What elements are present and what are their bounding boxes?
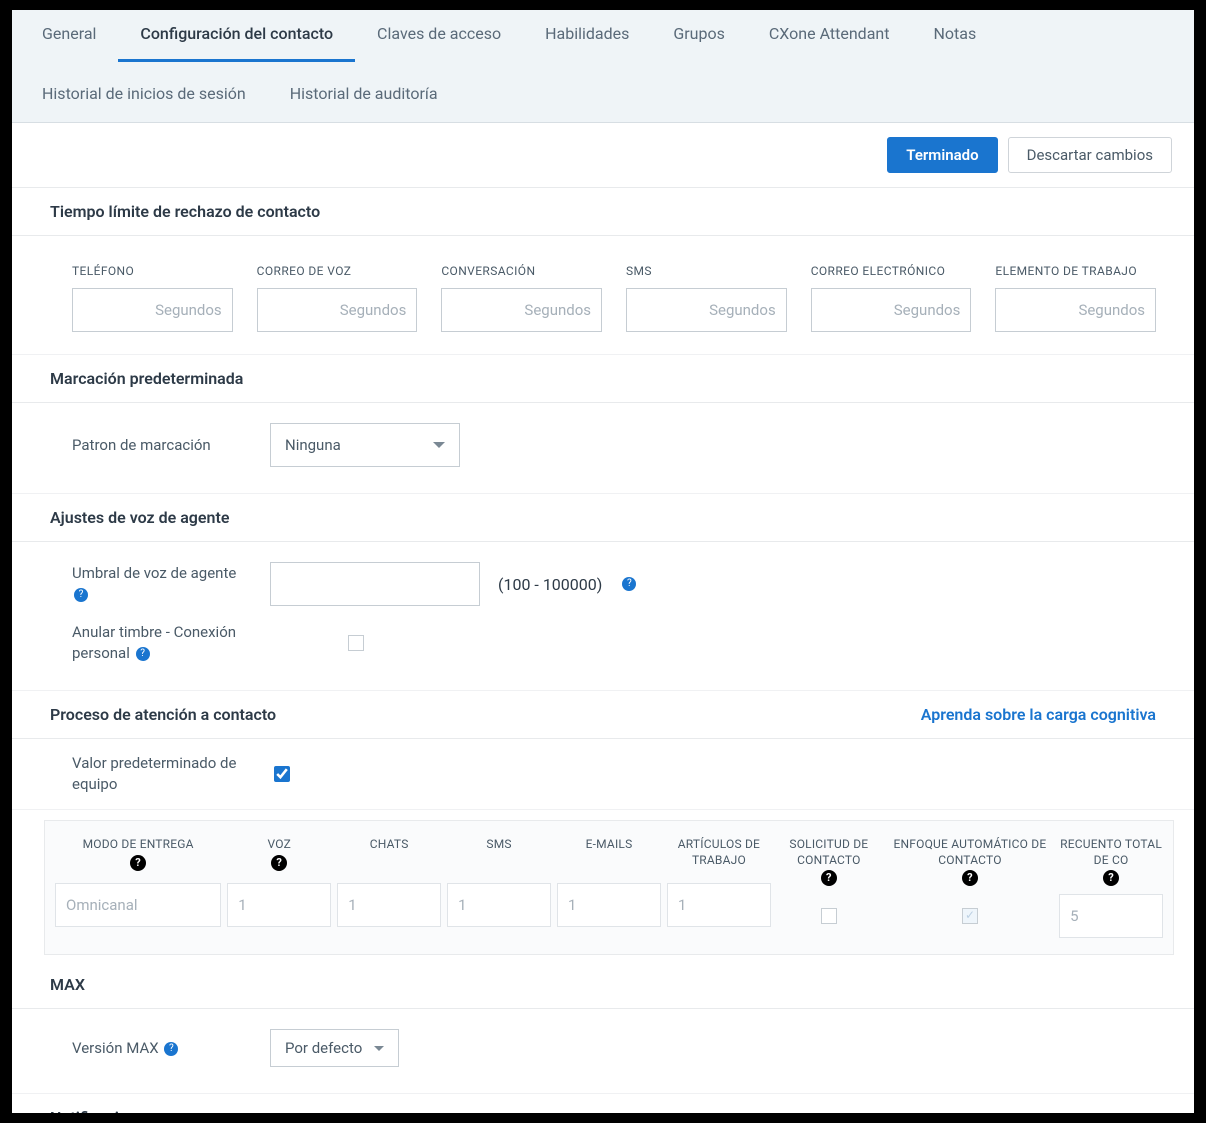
refusal-field-email[interactable]: Segundos bbox=[811, 288, 972, 332]
delivery-emails-field: 1 bbox=[557, 883, 661, 927]
tab-groups[interactable]: Grupos bbox=[651, 10, 747, 62]
voice-threshold-label: Umbral de voz de agente ? bbox=[72, 563, 252, 605]
refusal-row: TELÉFONO Segundos CORREO DE VOZ Segundos… bbox=[72, 248, 1156, 336]
action-bar: Terminado Descartar cambios bbox=[12, 123, 1194, 188]
help-icon[interactable]: ? bbox=[821, 870, 837, 886]
help-icon[interactable]: ? bbox=[1103, 870, 1119, 886]
delivery-header-mode: MODO DE ENTREGA bbox=[83, 837, 194, 853]
refusal-field-phone[interactable]: Segundos bbox=[72, 288, 233, 332]
tab-access-keys[interactable]: Claves de acceso bbox=[355, 10, 523, 62]
chevron-down-icon bbox=[374, 1046, 384, 1051]
tabs-container: General Configuración del contacto Clave… bbox=[12, 10, 1194, 123]
delivery-box: MODO DE ENTREGA? Omnicanal VOZ? 1 CHATS … bbox=[44, 820, 1174, 955]
refusal-label-chat: CONVERSACIÓN bbox=[441, 264, 602, 278]
max-version-label: Versión MAX ? bbox=[72, 1038, 252, 1059]
section-title-handling: Proceso de atención a contacto Aprenda s… bbox=[12, 691, 1194, 739]
delivery-header-autofocus: ENFOQUE AUTOMÁTICO DE CONTACTO bbox=[887, 837, 1053, 868]
dialing-pattern-label: Patron de marcación bbox=[72, 435, 252, 456]
delivery-contact-request-field bbox=[777, 894, 881, 938]
chevron-down-icon bbox=[433, 442, 445, 448]
voice-threshold-range: (100 - 100000) bbox=[498, 575, 602, 594]
delivery-chats-field: 1 bbox=[337, 883, 441, 927]
tab-cxone-attendant[interactable]: CXone Attendant bbox=[747, 10, 912, 62]
tab-skills[interactable]: Habilidades bbox=[523, 10, 651, 62]
refusal-label-workitem: ELEMENTO DE TRABAJO bbox=[995, 264, 1156, 278]
team-default-checkbox[interactable] bbox=[274, 766, 290, 782]
refusal-field-workitem[interactable]: Segundos bbox=[995, 288, 1156, 332]
delivery-header-emails: E-MAILS bbox=[586, 837, 633, 853]
help-icon[interactable]: ? bbox=[622, 577, 636, 591]
refusal-label-voicemail: CORREO DE VOZ bbox=[257, 264, 418, 278]
tab-notes[interactable]: Notas bbox=[911, 10, 998, 62]
discard-button[interactable]: Descartar cambios bbox=[1008, 137, 1172, 173]
tab-contact-config[interactable]: Configuración del contacto bbox=[118, 10, 355, 62]
refusal-label-sms: SMS bbox=[626, 264, 787, 278]
section-title-voice: Ajustes de voz de agente bbox=[12, 494, 1194, 542]
tab-general[interactable]: General bbox=[20, 10, 118, 62]
team-default-label: Valor predeterminado de equipo bbox=[72, 753, 252, 795]
section-title-dialing: Marcación predeterminada bbox=[12, 355, 1194, 403]
section-title-refusal: Tiempo límite de rechazo de contacto bbox=[12, 188, 1194, 236]
tab-audit-history[interactable]: Historial de auditoría bbox=[268, 70, 460, 122]
help-icon[interactable]: ? bbox=[164, 1042, 178, 1056]
refusal-label-phone: TELÉFONO bbox=[72, 264, 233, 278]
suppress-ring-checkbox[interactable] bbox=[348, 635, 364, 651]
delivery-sms-field: 1 bbox=[447, 883, 551, 927]
delivery-header-contact-request: SOLICITUD DE CONTACTO bbox=[777, 837, 881, 868]
max-version-select[interactable]: Por defecto bbox=[270, 1029, 399, 1067]
delivery-header-sms: SMS bbox=[486, 837, 511, 853]
refusal-field-chat[interactable]: Segundos bbox=[441, 288, 602, 332]
dialing-pattern-select[interactable]: Ninguna bbox=[270, 423, 460, 467]
help-icon[interactable]: ? bbox=[962, 870, 978, 886]
delivery-header-workitems: ARTÍCULOS DE TRABAJO bbox=[667, 837, 771, 868]
delivery-total-field: 5 bbox=[1059, 894, 1163, 938]
cognitive-load-link[interactable]: Aprenda sobre la carga cognitiva bbox=[921, 705, 1156, 724]
delivery-voice-field: 1 bbox=[227, 883, 331, 927]
refusal-field-voicemail[interactable]: Segundos bbox=[257, 288, 418, 332]
help-icon[interactable]: ? bbox=[271, 855, 287, 871]
autofocus-checkbox bbox=[962, 908, 978, 924]
contact-request-checkbox bbox=[821, 908, 837, 924]
voice-threshold-input[interactable] bbox=[270, 562, 480, 606]
help-icon[interactable]: ? bbox=[130, 855, 146, 871]
help-icon[interactable]: ? bbox=[136, 647, 150, 661]
delivery-autofocus-field bbox=[887, 894, 1053, 938]
help-icon[interactable]: ? bbox=[74, 588, 88, 602]
delivery-header-total: RECUENTO TOTAL DE CO bbox=[1059, 837, 1163, 868]
delivery-header-voice: VOZ bbox=[268, 837, 291, 853]
section-title-notifications: Notificaciones bbox=[12, 1094, 1194, 1113]
tab-login-history[interactable]: Historial de inicios de sesión bbox=[20, 70, 268, 122]
delivery-workitems-field: 1 bbox=[667, 883, 771, 927]
refusal-field-sms[interactable]: Segundos bbox=[626, 288, 787, 332]
refusal-label-email: CORREO ELECTRÓNICO bbox=[811, 264, 972, 278]
delivery-mode-field: Omnicanal bbox=[55, 883, 221, 927]
suppress-ring-label: Anular timbre - Conexión personal ? bbox=[72, 622, 252, 664]
done-button[interactable]: Terminado bbox=[887, 137, 997, 173]
delivery-header-chats: CHATS bbox=[370, 837, 409, 853]
section-title-max: MAX bbox=[12, 961, 1194, 1009]
